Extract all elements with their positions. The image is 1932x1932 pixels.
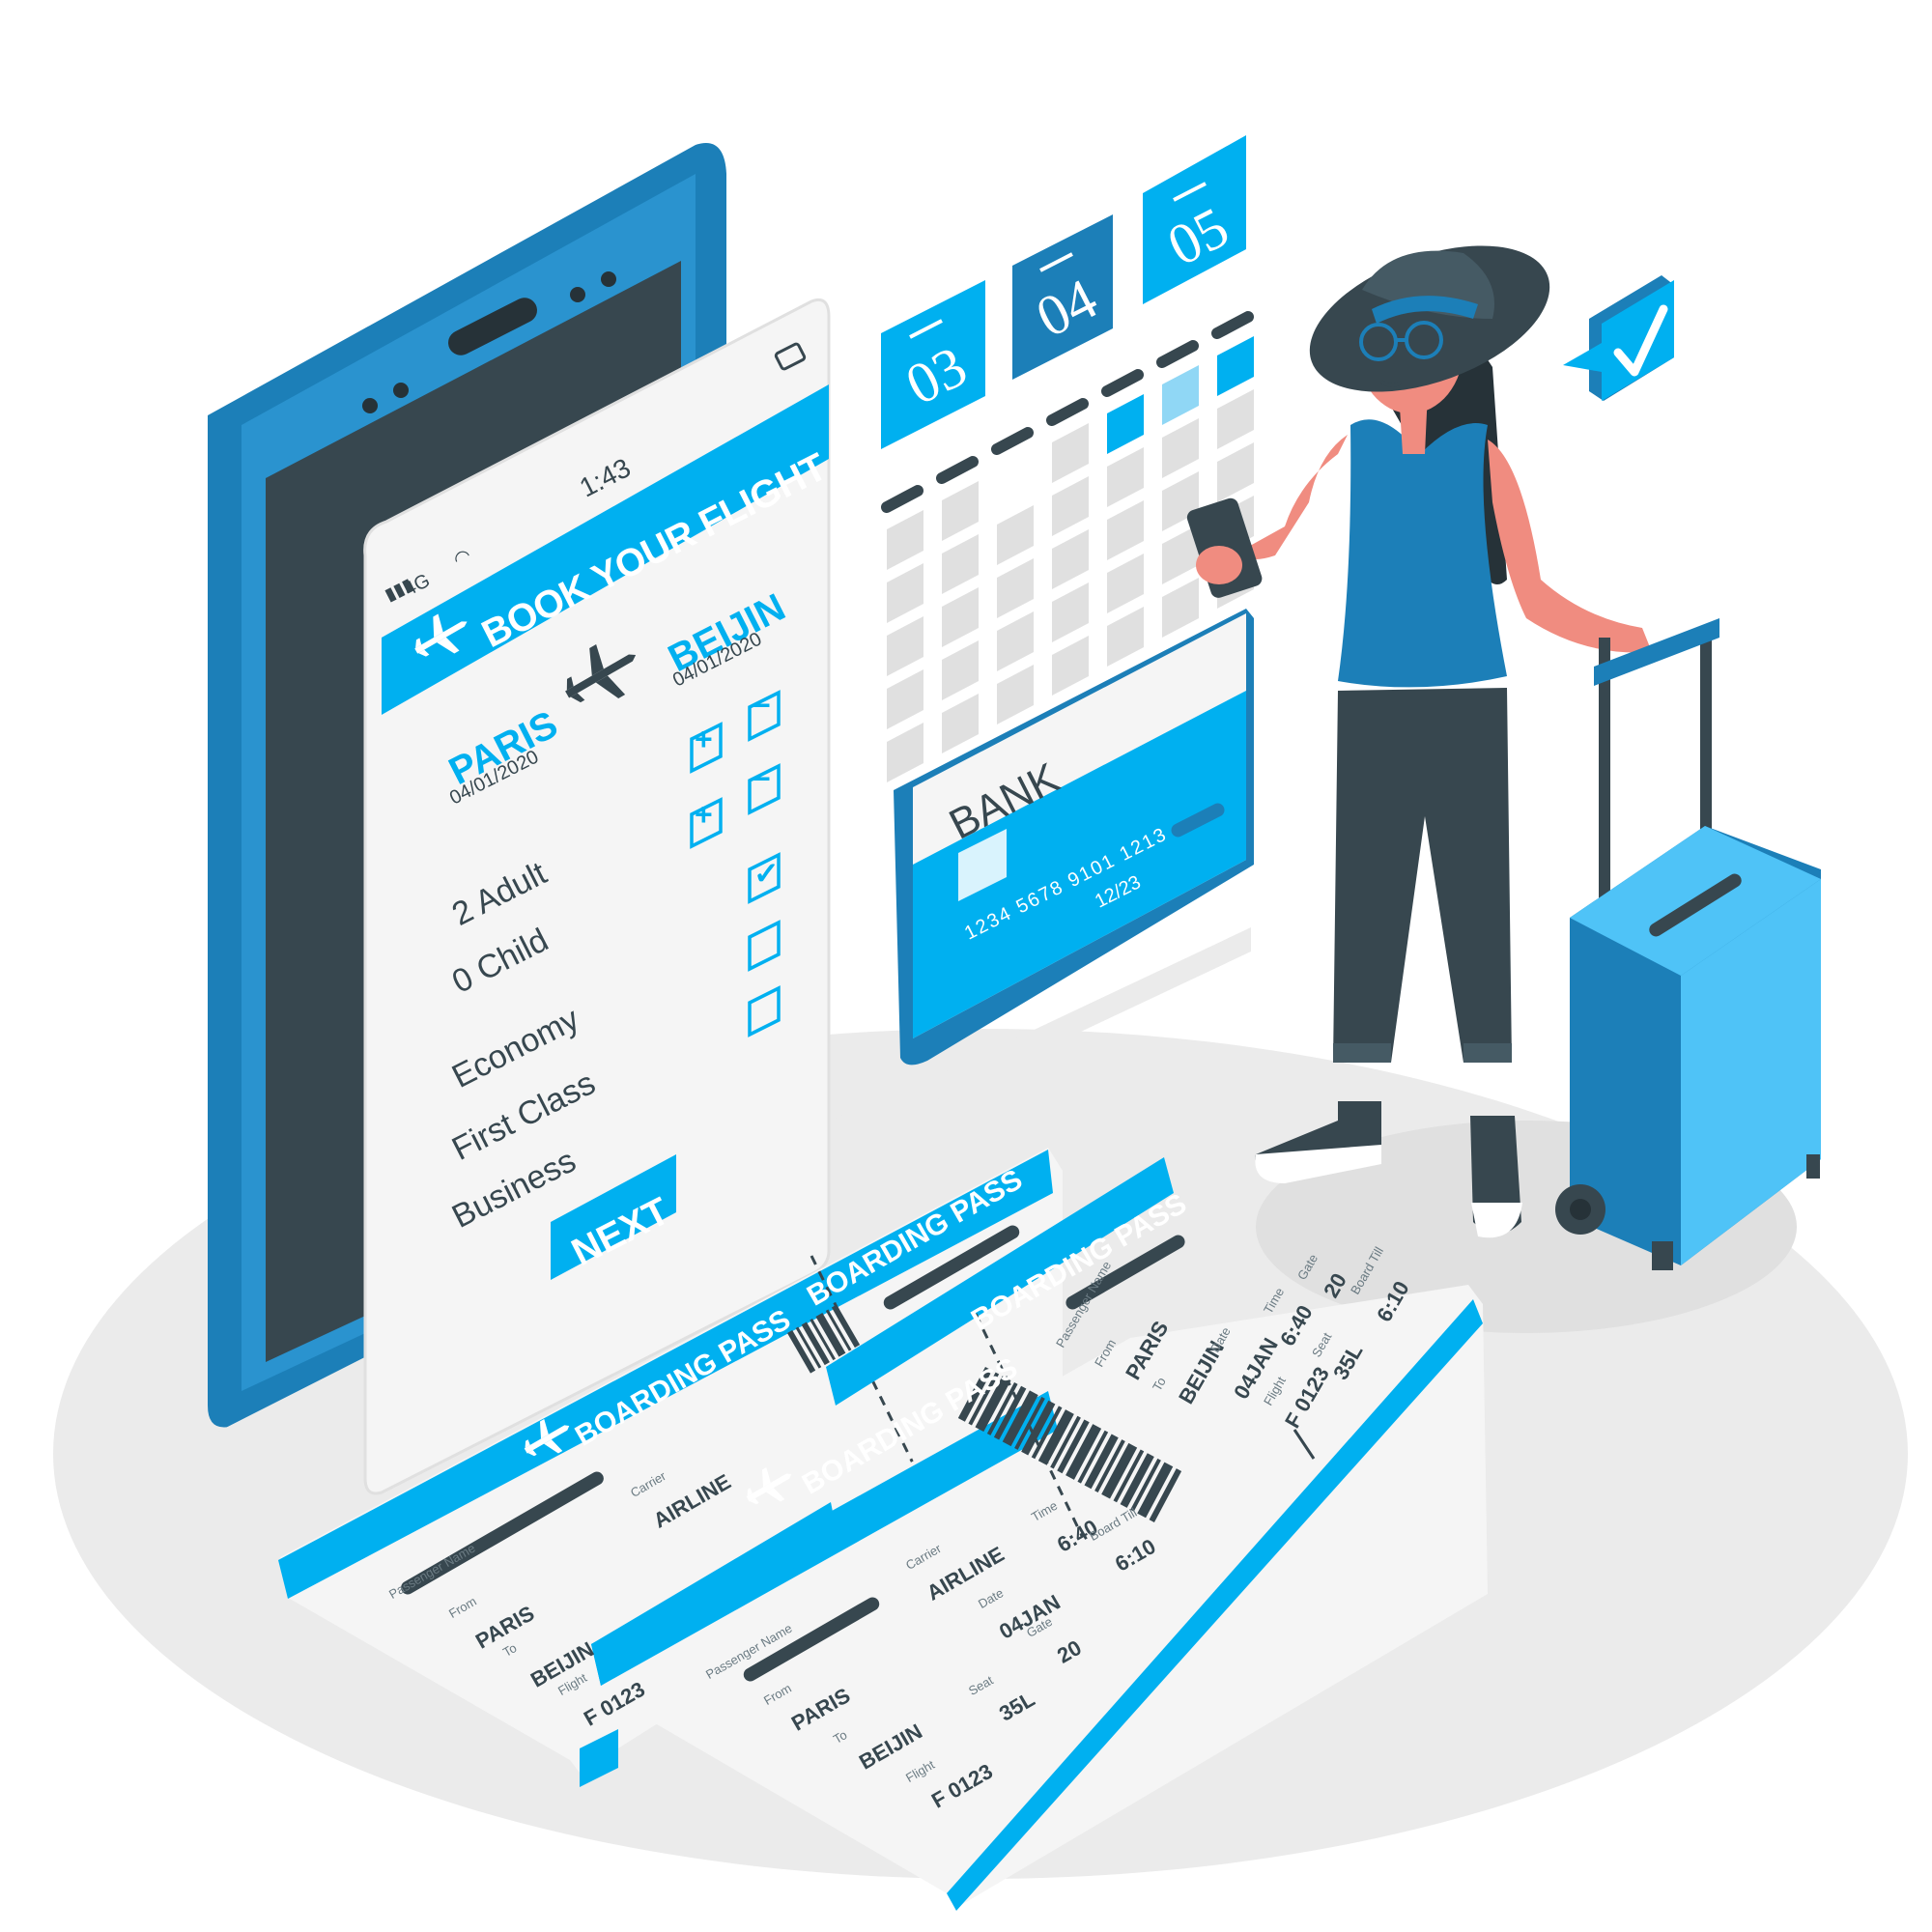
first-class-checkbox[interactable]: [750, 923, 779, 969]
bp2-stub-flight: F 0123: [1280, 1362, 1334, 1433]
bp2-stub-gate-label: Gate: [1294, 1251, 1321, 1283]
bp2-stub-from: PARIS: [1121, 1317, 1174, 1384]
business-checkbox[interactable]: [750, 988, 779, 1035]
calendar-day-04: 04: [1026, 266, 1107, 350]
child-minus-button[interactable]: −: [753, 761, 771, 797]
bp2-from: PARIS: [787, 1683, 855, 1736]
bp1-to-label: To: [500, 1640, 520, 1660]
travel-booking-illustration: 4G ▮▮▮ ◠ 1:43 BOOK YOUR FLIGHT PARIS 04/…: [0, 0, 1932, 1932]
adult-minus-button[interactable]: −: [753, 688, 771, 724]
card-bank-name: BANK: [942, 753, 1067, 849]
bp2-flight: F 0123: [927, 1758, 997, 1813]
bp1-from-label: From: [446, 1593, 479, 1621]
child-plus-button[interactable]: +: [695, 797, 713, 833]
bp2-stub-time-label: Time: [1261, 1285, 1288, 1317]
text-layer: 4G ▮▮▮ ◠ 1:43 BOOK YOUR FLIGHT PARIS 04/…: [0, 0, 1932, 1932]
bp2-header: BOARDING PASS: [797, 1351, 1023, 1501]
calendar-day-05: 05: [1157, 194, 1238, 278]
bp2-gate: 20: [1053, 1634, 1086, 1668]
bp2-from-label: From: [761, 1680, 794, 1708]
bp2-date-label: Date: [976, 1585, 1007, 1611]
bp2-passenger-label: Passenger Name: [703, 1620, 795, 1682]
bp2-stub-from-label: From: [1092, 1336, 1120, 1370]
status-time: 1:43: [575, 452, 636, 503]
bp2-stub-board-label: Board Till: [1348, 1244, 1387, 1297]
bp2-seat-label: Seat: [966, 1672, 996, 1698]
bp2-carrier-label: Carrier: [903, 1541, 944, 1573]
adult-plus-button[interactable]: +: [695, 722, 713, 757]
bp2-stub-gate: 20: [1319, 1268, 1351, 1302]
bp2-stub-date-label: Date: [1208, 1324, 1234, 1355]
bp2-to-label: To: [831, 1727, 850, 1747]
bp2-seat: 35L: [995, 1687, 1039, 1726]
bp1-flight: F 0123: [580, 1676, 649, 1731]
bp1-header: BOARDING PASS: [570, 1303, 796, 1453]
bp2-stub-board: 6:10: [1372, 1276, 1414, 1326]
wifi-icon: ◠: [449, 544, 475, 572]
bp2-board: 6:10: [1111, 1533, 1160, 1577]
economy-checkbox[interactable]: ✓: [753, 855, 780, 892]
bp2-flight-label: Flight: [903, 1757, 938, 1785]
bp2-time-label: Time: [1029, 1497, 1061, 1524]
bp1-passenger-label: Passenger Name: [386, 1540, 478, 1602]
bp2-stub-seat-label: Seat: [1309, 1329, 1335, 1360]
bp2-stub-seat: 35L: [1328, 1340, 1368, 1384]
bp1-stub-header: BOARDING PASS: [802, 1163, 1028, 1313]
bp2-stub-time: 6:40: [1275, 1300, 1318, 1350]
bp1-carrier-label: Carrier: [628, 1468, 668, 1500]
next-button[interactable]: NEXT: [565, 1190, 676, 1276]
bp2-stub-to-label: To: [1150, 1375, 1169, 1394]
bp2-stub-flight-label: Flight: [1261, 1374, 1289, 1408]
calendar-day-03: 03: [895, 333, 977, 417]
